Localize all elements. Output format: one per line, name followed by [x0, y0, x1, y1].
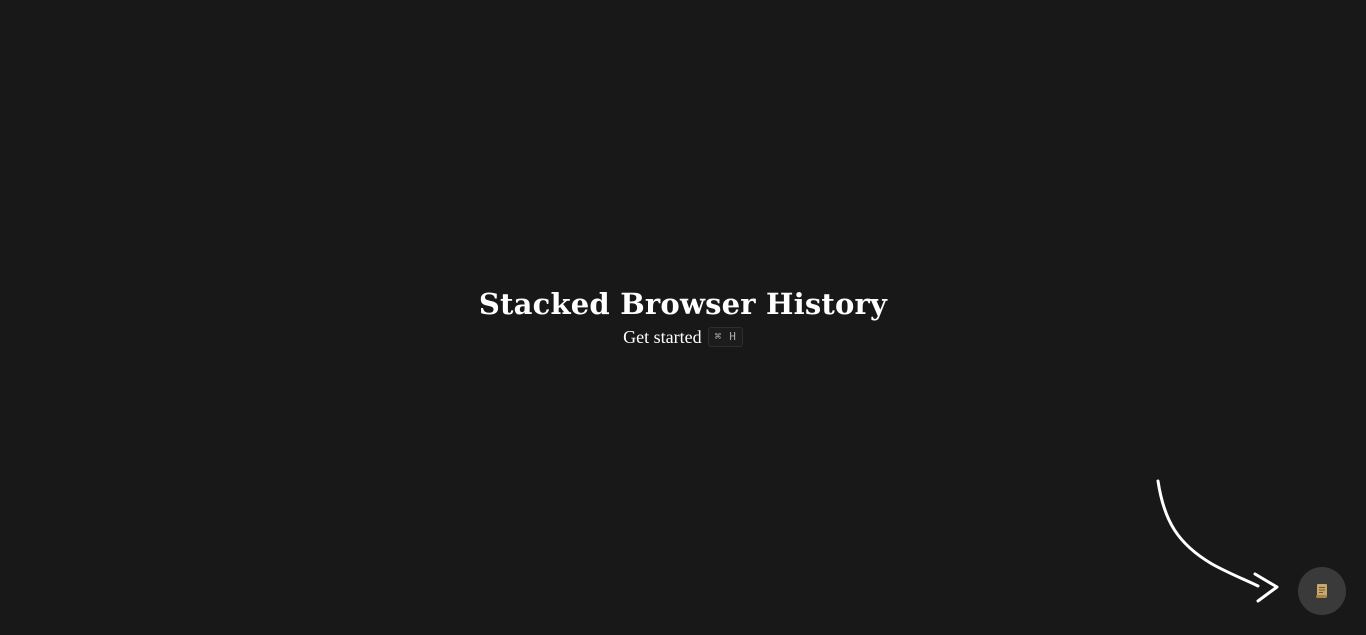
scroll-icon: [1316, 584, 1327, 598]
open-history-button[interactable]: [1298, 567, 1346, 615]
command-key-icon: ⌘: [714, 330, 722, 343]
page-title: Stacked Browser History: [478, 287, 888, 321]
hero: Stacked Browser History Get started ⌘ H: [0, 284, 1366, 348]
get-started-label: Get started: [623, 327, 702, 347]
keyboard-shortcut-badge: ⌘ H: [707, 327, 743, 347]
shortcut-key: H: [729, 330, 736, 343]
hand-drawn-arrow-icon: [1156, 479, 1279, 603]
page: Stacked Browser History Get started ⌘ H: [0, 0, 1366, 635]
get-started-hint: Get started ⌘ H: [623, 326, 743, 348]
